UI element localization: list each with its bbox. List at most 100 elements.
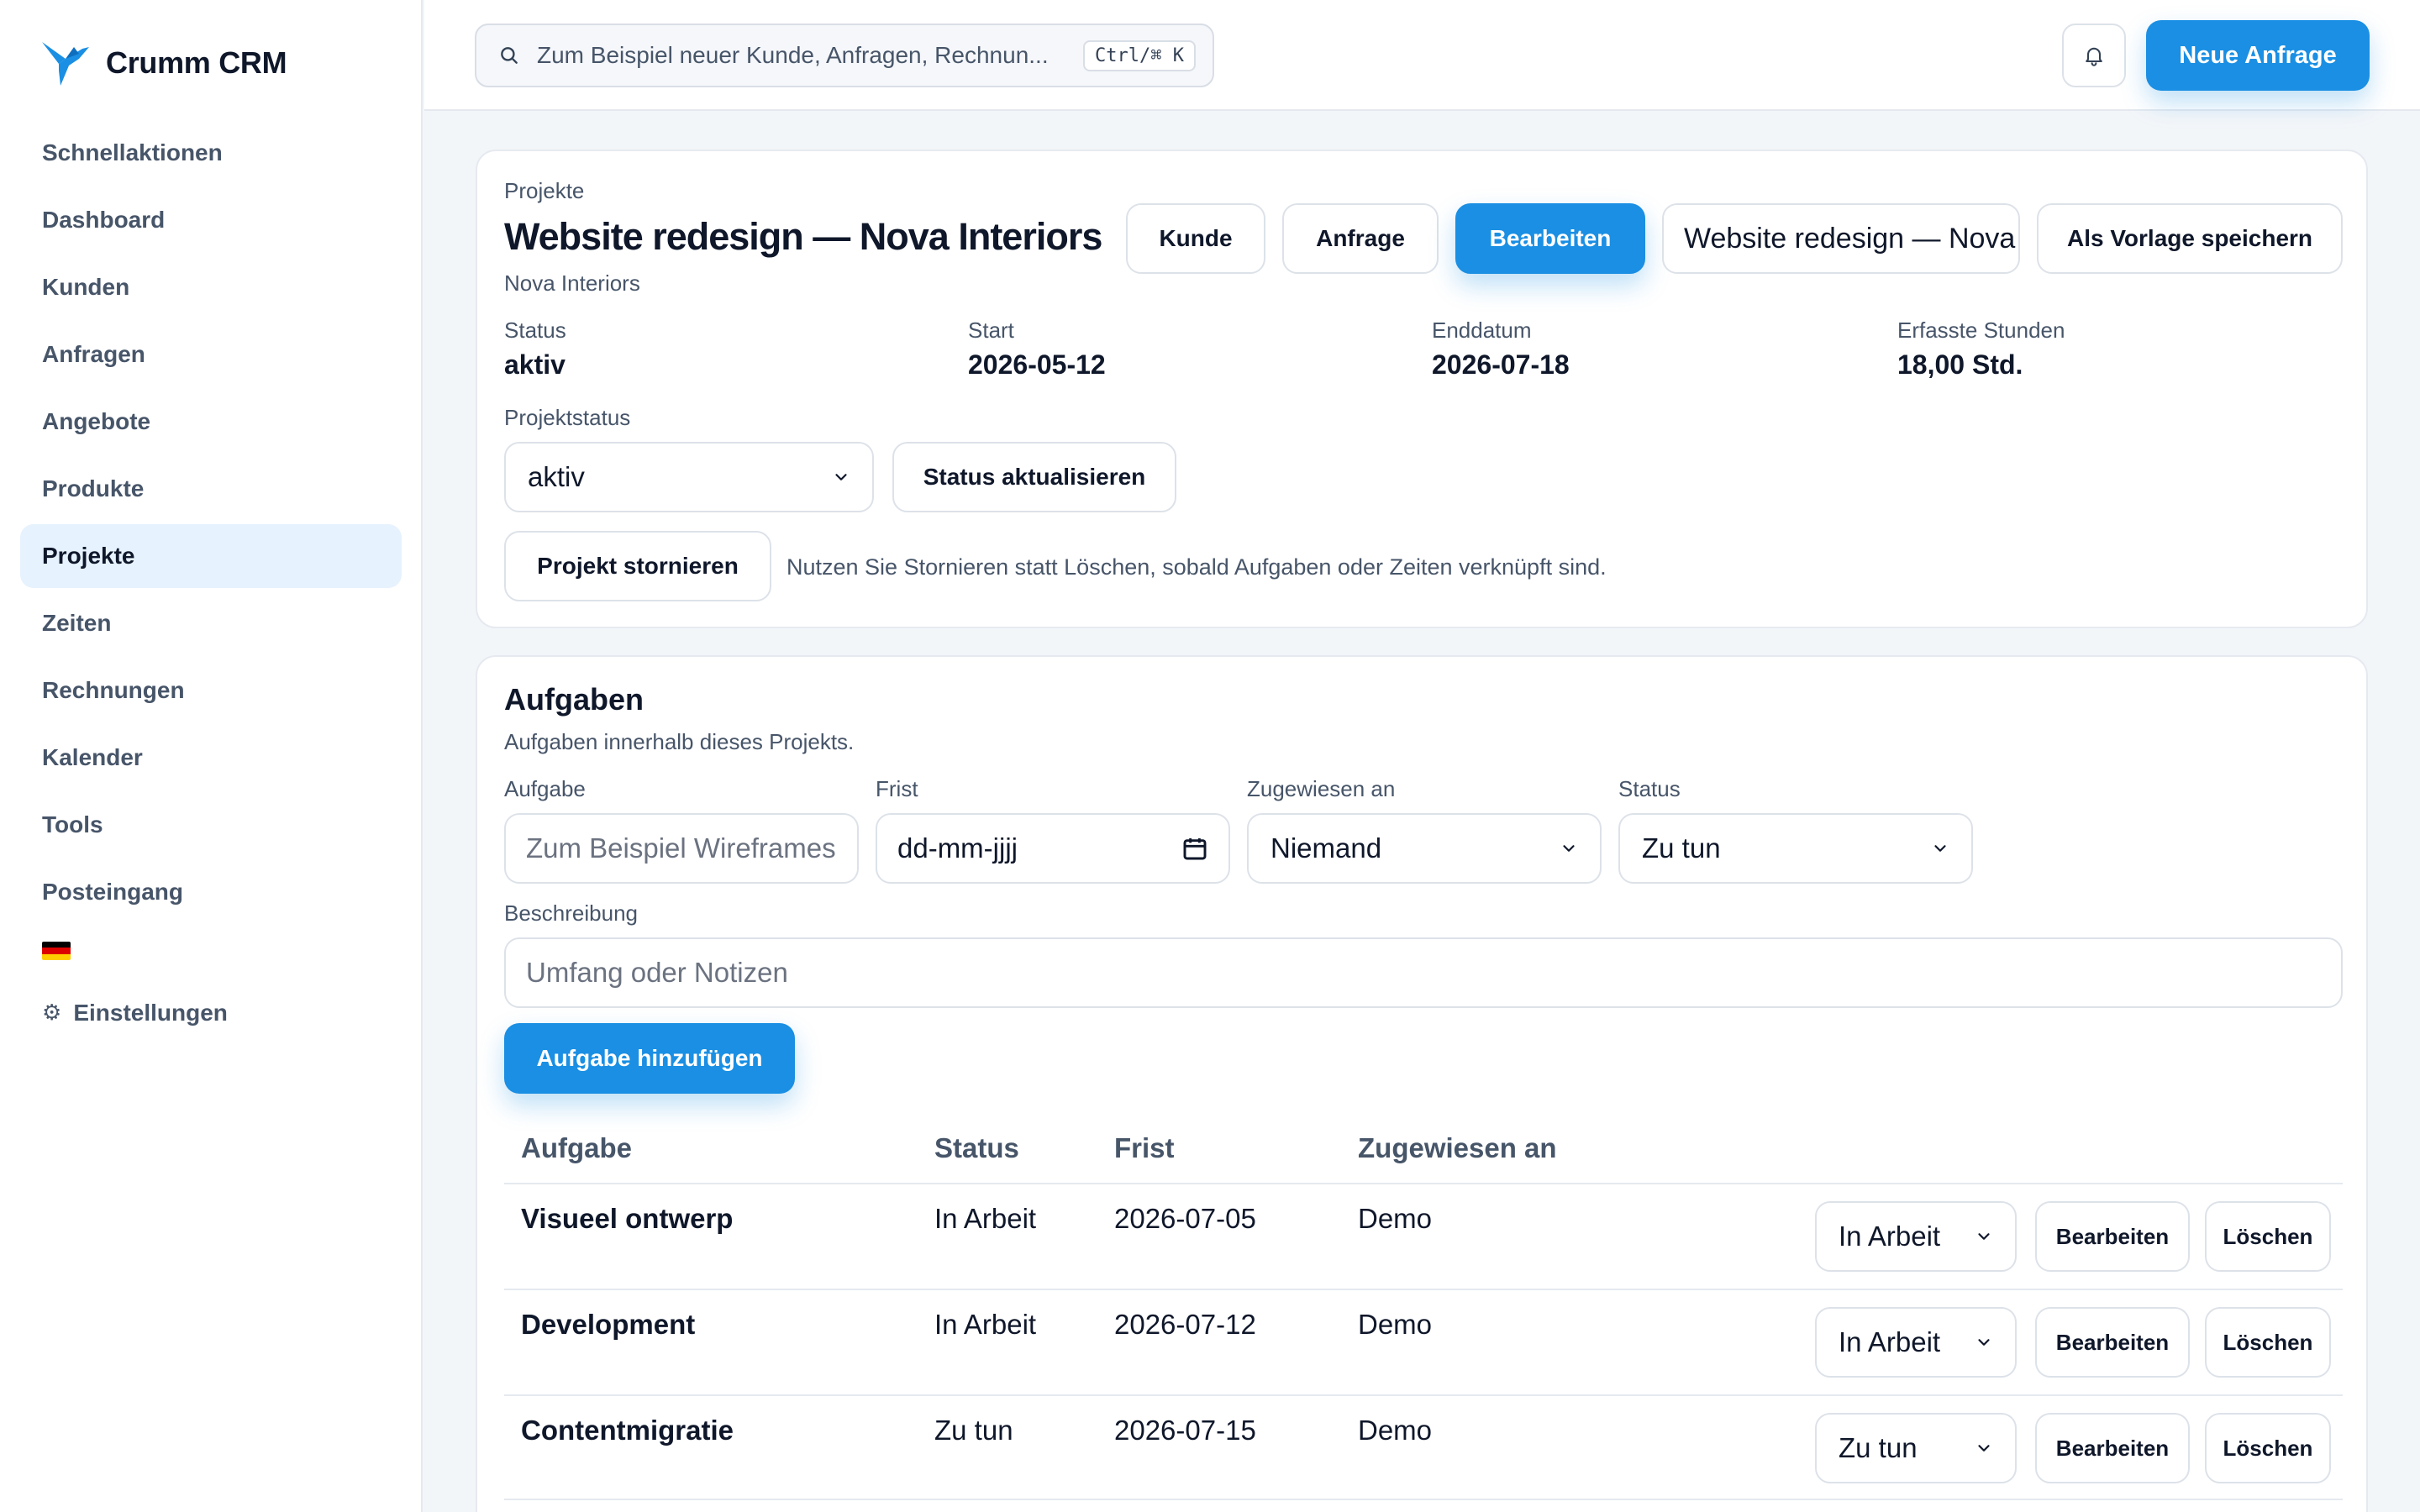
chevron-down-icon: [1978, 1339, 1990, 1346]
task-name-label: Aufgabe: [504, 776, 586, 801]
delete-task-button[interactable]: Löschen: [2205, 1307, 2331, 1378]
stat-hours-value: 18,00 Std.: [1897, 349, 2023, 380]
add-task-button[interactable]: Aufgabe hinzufügen: [504, 1023, 795, 1094]
sidebar-item-label: Projekte: [42, 543, 135, 569]
task-deadline: 2026-07-05: [1114, 1203, 1256, 1234]
save-template-button[interactable]: Als Vorlage speichern: [2037, 203, 2343, 274]
column-header-deadline: Frist: [1114, 1132, 1175, 1163]
new-request-button[interactable]: Neue Anfrage: [2146, 20, 2370, 91]
brand-name: Crumm CRM: [106, 45, 287, 80]
sidebar-item-zeiten[interactable]: Zeiten: [20, 591, 402, 655]
sidebar-item-schnellaktionen[interactable]: Schnellaktionen: [20, 121, 402, 185]
sidebar-item-dashboard[interactable]: Dashboard: [20, 188, 402, 252]
tasks-title: Aufgaben: [504, 682, 644, 717]
description-label: Beschreibung: [504, 900, 638, 926]
deadline-value: dd-mm-jjjj: [897, 832, 1018, 864]
task-name: Development: [521, 1309, 696, 1340]
notifications-button[interactable]: [2062, 24, 2126, 87]
task-deadline: 2026-07-15: [1114, 1415, 1256, 1446]
table-row: Contentmigratie Zu tun 2026-07-15 Demo Z…: [504, 1394, 2343, 1500]
cancel-project-button[interactable]: Projekt stornieren: [504, 531, 771, 601]
project-client: Nova Interiors: [504, 270, 640, 296]
sidebar-item-label: Tools: [42, 811, 103, 837]
chevron-down-icon: [1978, 1233, 1990, 1240]
delete-task-button[interactable]: Löschen: [2205, 1413, 2331, 1483]
stat-end-value: 2026-07-18: [1432, 349, 1570, 380]
row-status-select[interactable]: In Arbeit: [1815, 1201, 2017, 1272]
row-status-value: In Arbeit: [1839, 1326, 1941, 1357]
table-row: Development In Arbeit 2026-07-12 Demo In…: [504, 1289, 2343, 1394]
cancel-help-text: Nutzen Sie Stornieren statt Löschen, sob…: [786, 554, 1607, 580]
chevron-down-icon: [1934, 845, 1946, 852]
chevron-down-icon: [1563, 845, 1575, 852]
sidebar-item-kunden[interactable]: Kunden: [20, 255, 402, 319]
task-name: Visueel ontwerp: [521, 1203, 734, 1234]
sidebar-item-posteingang[interactable]: Posteingang: [20, 860, 402, 924]
row-status-select[interactable]: In Arbeit: [1815, 1307, 2017, 1378]
edit-task-button[interactable]: Bearbeiten: [2035, 1413, 2190, 1483]
task-name-input[interactable]: [504, 813, 859, 884]
sidebar-item-angebote[interactable]: Angebote: [20, 390, 402, 454]
task-assignee: Demo: [1358, 1309, 1433, 1340]
task-status-select[interactable]: Zu tun: [1618, 813, 1973, 884]
global-search[interactable]: Ctrl/⌘ K: [475, 24, 1214, 87]
task-status: Zu tun: [934, 1415, 1013, 1446]
bird-logo-icon: [42, 42, 89, 86]
sidebar-item-label: Angebote: [42, 408, 151, 434]
row-status-select[interactable]: Zu tun: [1815, 1413, 2017, 1483]
stat-status-value: aktiv: [504, 349, 566, 380]
project-status-label: Projektstatus: [504, 405, 631, 430]
sidebar-item-label: Zeiten: [42, 610, 112, 636]
tasks-subtitle: Aufgaben innerhalb dieses Projekts.: [504, 729, 855, 754]
brand[interactable]: Crumm CRM: [40, 37, 287, 89]
sidebar-item-projekte[interactable]: Projekte: [20, 524, 402, 588]
sidebar-item-label: Produkte: [42, 475, 145, 501]
breadcrumb[interactable]: Projekte: [504, 178, 584, 204]
delete-task-button[interactable]: Löschen: [2205, 1201, 2331, 1272]
edit-task-button[interactable]: Bearbeiten: [2035, 1307, 2190, 1378]
project-name-field[interactable]: Website redesign — Nova Interiors: [1662, 203, 2020, 274]
sidebar-item-kalender[interactable]: Kalender: [20, 726, 402, 790]
request-button[interactable]: Anfrage: [1282, 203, 1439, 274]
edit-task-button[interactable]: Bearbeiten: [2035, 1201, 2190, 1272]
description-input[interactable]: [504, 937, 2343, 1008]
sidebar-item-produkte[interactable]: Produkte: [20, 457, 402, 521]
sidebar-item-rechnungen[interactable]: Rechnungen: [20, 659, 402, 722]
deadline-input[interactable]: dd-mm-jjjj: [876, 813, 1230, 884]
search-icon: [501, 47, 518, 64]
shortcut-hint: Ctrl/⌘ K: [1083, 39, 1196, 71]
page-title: Website redesign — Nova Interiors: [504, 215, 1102, 258]
column-header-task: Aufgabe: [521, 1132, 632, 1163]
assignee-value: Niemand: [1270, 832, 1382, 864]
german-flag-icon: [42, 942, 71, 960]
task-name: Contentmigratie: [521, 1415, 734, 1446]
project-status-select[interactable]: aktiv: [504, 442, 874, 512]
sidebar-item-label: Dashboard: [42, 207, 166, 233]
edit-button[interactable]: Bearbeiten: [1455, 203, 1645, 274]
language-switch[interactable]: [20, 927, 402, 974]
table-row: Visueel ontwerp In Arbeit 2026-07-05 Dem…: [504, 1183, 2343, 1289]
task-status: In Arbeit: [934, 1309, 1037, 1340]
sidebar-item-einstellungen[interactable]: ⚙ Einstellungen: [20, 981, 402, 1045]
task-status-value: Zu tun: [1642, 832, 1721, 864]
row-status-value: In Arbeit: [1839, 1221, 1941, 1252]
sidebar-item-anfragen[interactable]: Anfragen: [20, 323, 402, 386]
calendar-icon: [1183, 838, 1207, 860]
deadline-label: Frist: [876, 776, 918, 801]
search-input[interactable]: [537, 42, 1084, 69]
stat-status-label: Status: [504, 318, 566, 343]
stat-start-value: 2026-05-12: [968, 349, 1106, 380]
sidebar-item-tools[interactable]: Tools: [20, 793, 402, 857]
customer-button[interactable]: Kunde: [1126, 203, 1265, 274]
sidebar-item-label: Anfragen: [42, 341, 145, 367]
project-card: Projekte Website redesign — Nova Interio…: [476, 150, 2368, 628]
update-status-button[interactable]: Status aktualisieren: [892, 442, 1176, 512]
sidebar-item-label: Schnellaktionen: [42, 139, 223, 165]
assignee-select[interactable]: Niemand: [1247, 813, 1602, 884]
bell-icon: [2086, 47, 2102, 66]
chevron-down-icon: [835, 474, 847, 480]
stat-end-label: Enddatum: [1432, 318, 1532, 343]
tasks-card: Aufgaben Aufgaben innerhalb dieses Proje…: [476, 655, 2368, 1512]
sidebar-item-label: Kunden: [42, 274, 130, 300]
sidebar: Crumm CRM Schnellaktionen Dashboard Kund…: [0, 0, 423, 1512]
